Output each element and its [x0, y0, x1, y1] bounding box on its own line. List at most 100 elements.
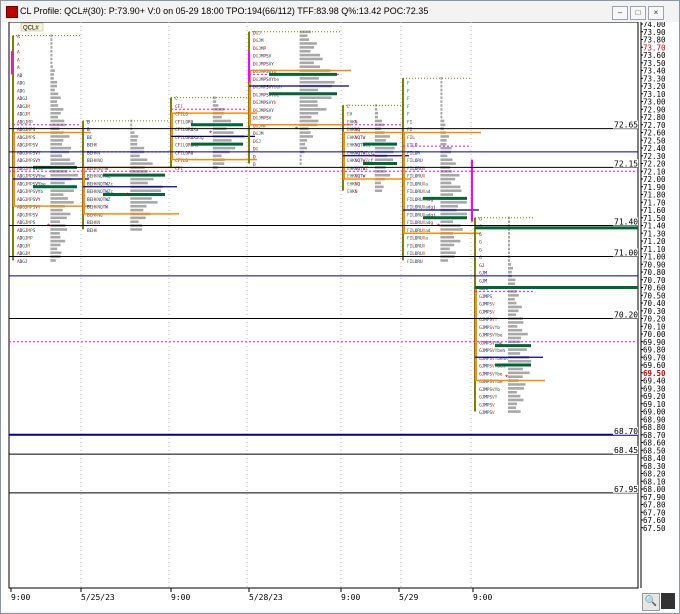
- histogram-bar: [130, 154, 140, 158]
- histogram-bar: [212, 119, 231, 123]
- histogram-bar: [212, 146, 236, 150]
- histogram-bar: [374, 158, 394, 162]
- histogram-bar: [508, 220, 510, 224]
- histogram-bar: [374, 146, 395, 150]
- tpo-letter: F: [407, 104, 410, 110]
- histogram-bar: [508, 383, 526, 386]
- histogram-bar: [299, 146, 307, 150]
- histogram-bar: [440, 88, 443, 92]
- tpo-letter: X: [423, 243, 426, 249]
- histogram-bar: [130, 146, 145, 150]
- histogram-bar: [50, 46, 53, 49]
- histogram-bar: [440, 251, 456, 255]
- tpo-letter: D: [253, 154, 256, 160]
- histogram-bar: [212, 162, 225, 165]
- histogram-bar: [50, 208, 63, 212]
- tpo-letter: Y: [38, 150, 41, 156]
- histogram-bar: [299, 80, 335, 84]
- tpo-letter: C: [175, 96, 178, 102]
- tpo-letter: Z: [108, 197, 111, 203]
- tpo-letter: M: [261, 131, 264, 137]
- histogram-bar: [212, 115, 222, 119]
- histogram-bar: [440, 239, 461, 243]
- histogram-bar: [50, 259, 56, 262]
- histogram-bar: [299, 49, 311, 53]
- histogram-bar: [50, 84, 58, 88]
- tpo-letter: L: [412, 135, 415, 141]
- histogram-bar: [299, 115, 312, 119]
- histogram-bar: [508, 243, 510, 247]
- level-label: 72.65: [614, 121, 638, 130]
- tpo-letter: V: [492, 410, 495, 416]
- symbol-tag: QCL#: [23, 26, 39, 32]
- tpo-letter: W: [105, 205, 108, 211]
- histogram-bar: [50, 216, 67, 220]
- histogram-bar: [50, 158, 71, 162]
- histogram-bar: [440, 189, 462, 193]
- histogram-bar: [130, 123, 133, 127]
- histogram-bar: [299, 158, 302, 162]
- histogram-bar: [508, 235, 510, 239]
- histogram-bar: [374, 185, 384, 189]
- histogram-bar: [130, 201, 158, 204]
- histogram-bar: [212, 139, 232, 142]
- histogram-bar: [50, 220, 60, 224]
- histogram-bar: [50, 235, 61, 239]
- histogram-bar: [50, 69, 55, 72]
- close-button[interactable]: ×: [648, 6, 664, 20]
- histogram-bar: [50, 139, 64, 142]
- histogram-bar: [374, 189, 383, 193]
- tpo-letter: b: [497, 325, 500, 331]
- restore-button[interactable]: □: [630, 6, 646, 20]
- histogram-bar: [299, 57, 323, 61]
- tpo-letter: A: [17, 50, 20, 56]
- profile-chart[interactable]: A D G JA D G J MA D G J MA D G J M PA D G J M P SA D G J M P SA D G J M P…: [1, 22, 679, 612]
- histogram-bar: [299, 34, 308, 38]
- histogram-bar: [374, 181, 381, 185]
- time-tick-label: 5/28/23: [249, 593, 283, 602]
- histogram-bar: [299, 61, 314, 65]
- histogram-bar: [440, 220, 454, 224]
- histogram-bar: [299, 77, 319, 80]
- histogram-bar: [299, 42, 317, 45]
- tpo-letter: M: [261, 38, 264, 44]
- histogram-bar: [440, 104, 443, 107]
- histogram-bar: [508, 239, 510, 243]
- zoom-icon[interactable]: 🔍: [642, 593, 660, 611]
- histogram-bar: [508, 309, 519, 313]
- histogram-bar: [130, 216, 146, 220]
- histogram-bar: [508, 328, 523, 332]
- time-tick-label: 9:00: [473, 593, 492, 602]
- histogram-bar: [50, 53, 53, 57]
- histogram-bar: [130, 220, 139, 224]
- tpo-letter: a: [425, 237, 428, 242]
- title-bar[interactable]: CL Profile: QCL#(30): P:73.90+ V:0 on 05…: [1, 1, 679, 23]
- tpo-letter: J: [25, 259, 28, 265]
- histogram-bar: [508, 313, 517, 317]
- histogram-bar: [50, 189, 74, 193]
- tpo-asterisk: *: [437, 222, 440, 231]
- chart-area[interactable]: ADGJADGJMADGJMADGJMPADGJMPSADGJMPSADGJMP…: [1, 22, 679, 612]
- histogram-bar: [374, 119, 382, 123]
- histogram-bar: [374, 139, 386, 142]
- histogram-bar: [440, 80, 443, 84]
- level-label: 72.15: [614, 159, 638, 168]
- histogram-bar: [299, 135, 314, 138]
- tpo-letter: D: [20, 73, 23, 79]
- resize-grip[interactable]: [661, 593, 675, 609]
- histogram-bar: [440, 96, 443, 100]
- minimize-button[interactable]: –: [612, 6, 628, 20]
- histogram-bar: [440, 108, 443, 111]
- tpo-letter: J: [258, 30, 261, 36]
- histogram-bar: [374, 108, 378, 111]
- histogram-bar: [440, 158, 453, 162]
- histogram-bar: [130, 197, 152, 200]
- histogram-bar: [130, 181, 148, 185]
- tpo-letter: Y: [271, 61, 274, 67]
- histogram-bar: [374, 115, 379, 119]
- histogram-bar: [50, 42, 53, 45]
- tpo-letter: Y: [38, 197, 41, 203]
- histogram-bar: [50, 92, 59, 96]
- histogram-bar: [508, 282, 515, 286]
- histogram-bar: [50, 232, 60, 235]
